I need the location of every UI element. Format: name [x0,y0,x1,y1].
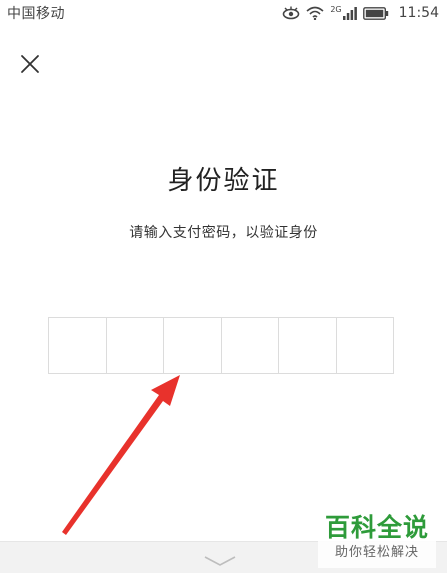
pin-digit-box[interactable] [107,318,164,373]
carrier-name: 中国移动 [7,6,65,22]
pin-digit-box[interactable] [164,318,222,373]
watermark-title: 百科全说 [324,513,429,542]
collapse-keyboard-button[interactable] [202,552,238,570]
eye-comfort-icon [282,6,300,20]
clock: 11:54 [398,5,439,21]
status-icons: 2G 11:54 [282,5,439,21]
annotation-arrow [62,375,180,535]
pin-digit-box[interactable] [222,318,279,373]
page-title: 身份验证 [167,166,280,196]
wifi-icon [306,6,324,20]
pin-digit-box[interactable] [279,318,337,373]
battery-icon [362,6,389,20]
network-type-label: 2G [330,5,342,14]
close-button[interactable] [14,48,46,80]
watermark-logo: 百科全说 助你轻松解决 [318,512,436,568]
close-icon [21,55,39,73]
payment-verification-screen: 中国移动 2G 11:54 身份验证 请输入支付密码，以验证身份 百科全说 助你… [0,0,447,573]
signal-icon: 2G [330,5,357,20]
pin-input[interactable] [48,317,394,374]
page-subtitle: 请输入支付密码，以验证身份 [129,225,318,241]
status-bar: 中国移动 2G 11:54 [0,0,447,26]
pin-digit-box[interactable] [49,318,107,373]
chevron-down-icon [204,556,236,566]
pin-digit-box[interactable] [337,318,394,373]
watermark-subtitle: 助你轻松解决 [334,545,419,560]
